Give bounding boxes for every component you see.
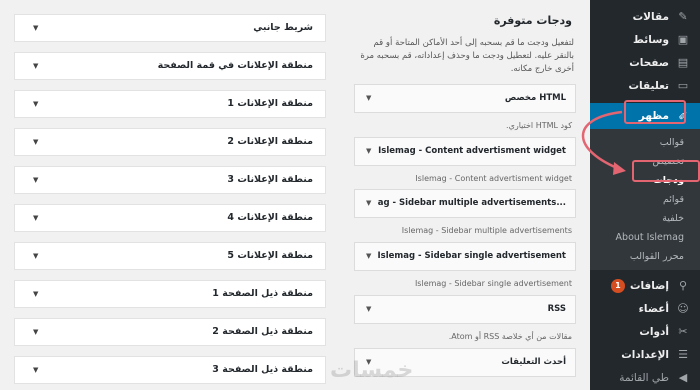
caret-down-icon[interactable]: ▼ bbox=[33, 357, 38, 383]
widget-area-title: منطقة الإعلانات 2 bbox=[227, 136, 313, 147]
widget-sidebar-multiple-ads[interactable]: ...ag - Sidebar multiple advertisements … bbox=[354, 189, 576, 218]
caret-down-icon[interactable]: ▼ bbox=[33, 167, 38, 193]
plugins-icon: ⚲ bbox=[678, 279, 688, 292]
widget-custom-html[interactable]: HTML مخصص ▼ bbox=[354, 84, 576, 113]
users-icon: ☺ bbox=[677, 302, 689, 315]
tools-icon: ✂ bbox=[678, 325, 688, 338]
widget-sidebar-single-ad[interactable]: Islemag - Sidebar single advertisement ▼ bbox=[354, 242, 576, 271]
caret-down-icon[interactable]: ▼ bbox=[33, 319, 38, 345]
widget-area-title: منطقة الإعلانات 1 bbox=[227, 98, 313, 109]
widget-title: Islemag - Sidebar single advertisement bbox=[377, 251, 566, 261]
menu-item-collapse[interactable]: ◀ طي القائمة bbox=[590, 366, 700, 389]
widget-title: RSS bbox=[547, 304, 566, 314]
available-widgets-title: ودجات متوفرة bbox=[493, 14, 572, 27]
menu-item-posts[interactable]: ✎ مقالات bbox=[590, 5, 700, 28]
widget-area-title: منطقة الإعلانات 4 bbox=[227, 212, 313, 223]
menu-item-tools[interactable]: ✂ أدوات bbox=[590, 320, 700, 343]
menu-item-label: إضافات bbox=[629, 279, 669, 292]
available-widgets-description: لتفعيل ودجت ما قم بسحبه إلى أحد الأماكن … bbox=[360, 38, 574, 74]
widget-area-title: منطقة الإعلانات 3 bbox=[227, 174, 313, 185]
caret-down-icon[interactable]: ▼ bbox=[33, 15, 38, 41]
widget-area-ads-5[interactable]: منطقة الإعلانات 5 ▼ bbox=[14, 242, 326, 270]
pages-icon: ▤ bbox=[677, 56, 689, 69]
submenu-theme-editor[interactable]: محرر القوالب bbox=[590, 247, 700, 266]
watermark-logo: خمسات bbox=[330, 358, 414, 383]
widget-area-title: منطقة ذيل الصفحة 1 bbox=[212, 288, 313, 299]
caret-down-icon[interactable]: ▼ bbox=[33, 91, 38, 117]
comments-icon: ▭ bbox=[677, 79, 689, 92]
widget-content-advertisment[interactable]: Islemag - Content advertisment widget ▼ bbox=[354, 137, 576, 166]
menu-item-plugins[interactable]: ⚲ إضافات 1 bbox=[590, 274, 700, 297]
menu-item-label: طي القائمة bbox=[619, 371, 669, 384]
caret-down-icon[interactable]: ▼ bbox=[33, 53, 38, 79]
menu-item-label: الإعدادات bbox=[621, 348, 669, 361]
widget-area-sidebar[interactable]: شريط جانبي ▼ bbox=[14, 14, 326, 42]
widget-area-footer-3[interactable]: منطقة ذيل الصفحة 3 ▼ bbox=[14, 356, 326, 384]
admin-sidebar: ✎ مقالات ▣ وسائط ▤ صفحات ▭ تعليقات ✐ مظه… bbox=[590, 0, 700, 390]
widget-title: ...ag - Sidebar multiple advertisements bbox=[377, 198, 566, 208]
menu-item-users[interactable]: ☺ أعضاء bbox=[590, 297, 700, 320]
settings-icon: ☰ bbox=[678, 348, 688, 361]
caret-down-icon[interactable]: ▼ bbox=[33, 205, 38, 231]
pin-icon: ✎ bbox=[678, 10, 688, 23]
widget-areas-column: شريط جانبي ▼ منطقة الإعلانات في قمة الصف… bbox=[14, 0, 326, 390]
menu-item-settings[interactable]: ☰ الإعدادات bbox=[590, 343, 700, 366]
submenu-menus[interactable]: قوائم bbox=[590, 190, 700, 209]
caret-down-icon[interactable]: ▼ bbox=[366, 296, 371, 323]
caret-down-icon[interactable]: ▼ bbox=[33, 243, 38, 269]
caret-down-icon[interactable]: ▼ bbox=[366, 243, 371, 270]
update-count-badge: 1 bbox=[610, 278, 625, 293]
widget-description: مقالات من أي خلاصة RSS أو Atom. bbox=[448, 332, 572, 341]
widgets-highlight-box bbox=[632, 160, 700, 182]
widget-description: Islemag - Content advertisment widget bbox=[415, 174, 572, 183]
annotation-arrow bbox=[581, 110, 626, 175]
widget-description: Islemag - Sidebar single advertisement bbox=[414, 279, 572, 288]
widget-rss[interactable]: RSS ▼ bbox=[354, 295, 576, 324]
menu-item-label: مقالات bbox=[632, 10, 669, 23]
menu-item-pages[interactable]: ▤ صفحات bbox=[590, 51, 700, 74]
menu-item-media[interactable]: ▣ وسائط bbox=[590, 28, 700, 51]
submenu-about-islemag[interactable]: About Islemag bbox=[590, 228, 700, 247]
widget-title: أحدث التعليقات bbox=[501, 357, 566, 367]
widget-area-ads-2[interactable]: منطقة الإعلانات 2 ▼ bbox=[14, 128, 326, 156]
caret-down-icon[interactable]: ▼ bbox=[33, 129, 38, 155]
caret-down-icon[interactable]: ▼ bbox=[366, 190, 371, 217]
menu-item-comments[interactable]: ▭ تعليقات bbox=[590, 74, 700, 97]
widget-area-title: منطقة ذيل الصفحة 3 bbox=[212, 364, 313, 375]
widget-area-title: شريط جانبي bbox=[253, 22, 313, 33]
widget-area-title: منطقة الإعلانات 5 bbox=[227, 250, 313, 261]
widget-area-footer-1[interactable]: منطقة ذيل الصفحة 1 ▼ bbox=[14, 280, 326, 308]
submenu-background[interactable]: خلفية bbox=[590, 209, 700, 228]
widget-area-ads-3[interactable]: منطقة الإعلانات 3 ▼ bbox=[14, 166, 326, 194]
widget-area-ads-1[interactable]: منطقة الإعلانات 1 ▼ bbox=[14, 90, 326, 118]
widget-area-title: منطقة الإعلانات في قمة الصفحة bbox=[157, 60, 313, 71]
menu-item-label: صفحات bbox=[629, 56, 669, 69]
caret-down-icon[interactable]: ▼ bbox=[33, 281, 38, 307]
widget-area-header-ads[interactable]: منطقة الإعلانات في قمة الصفحة ▼ bbox=[14, 52, 326, 80]
menu-item-label: أدوات bbox=[639, 325, 669, 338]
widget-area-footer-2[interactable]: منطقة ذيل الصفحة 2 ▼ bbox=[14, 318, 326, 346]
media-icon: ▣ bbox=[677, 33, 689, 46]
widget-area-ads-4[interactable]: منطقة الإعلانات 4 ▼ bbox=[14, 204, 326, 232]
widget-area-title: منطقة ذيل الصفحة 2 bbox=[212, 326, 313, 337]
collapse-icon: ◀ bbox=[678, 371, 688, 384]
widget-description: Islemag - Sidebar multiple advertisement… bbox=[401, 226, 572, 235]
menu-item-label: أعضاء bbox=[638, 302, 669, 315]
caret-down-icon[interactable]: ▼ bbox=[366, 85, 371, 112]
widget-title: Islemag - Content advertisment widget bbox=[378, 146, 566, 156]
caret-down-icon[interactable]: ▼ bbox=[366, 138, 371, 165]
available-widgets-column: ودجات متوفرة لتفعيل ودجت ما قم بسحبه إلى… bbox=[352, 0, 576, 390]
menu-item-label: تعليقات bbox=[628, 79, 670, 92]
widget-title: HTML مخصص bbox=[504, 93, 566, 103]
menu-item-label: وسائط bbox=[633, 33, 669, 46]
